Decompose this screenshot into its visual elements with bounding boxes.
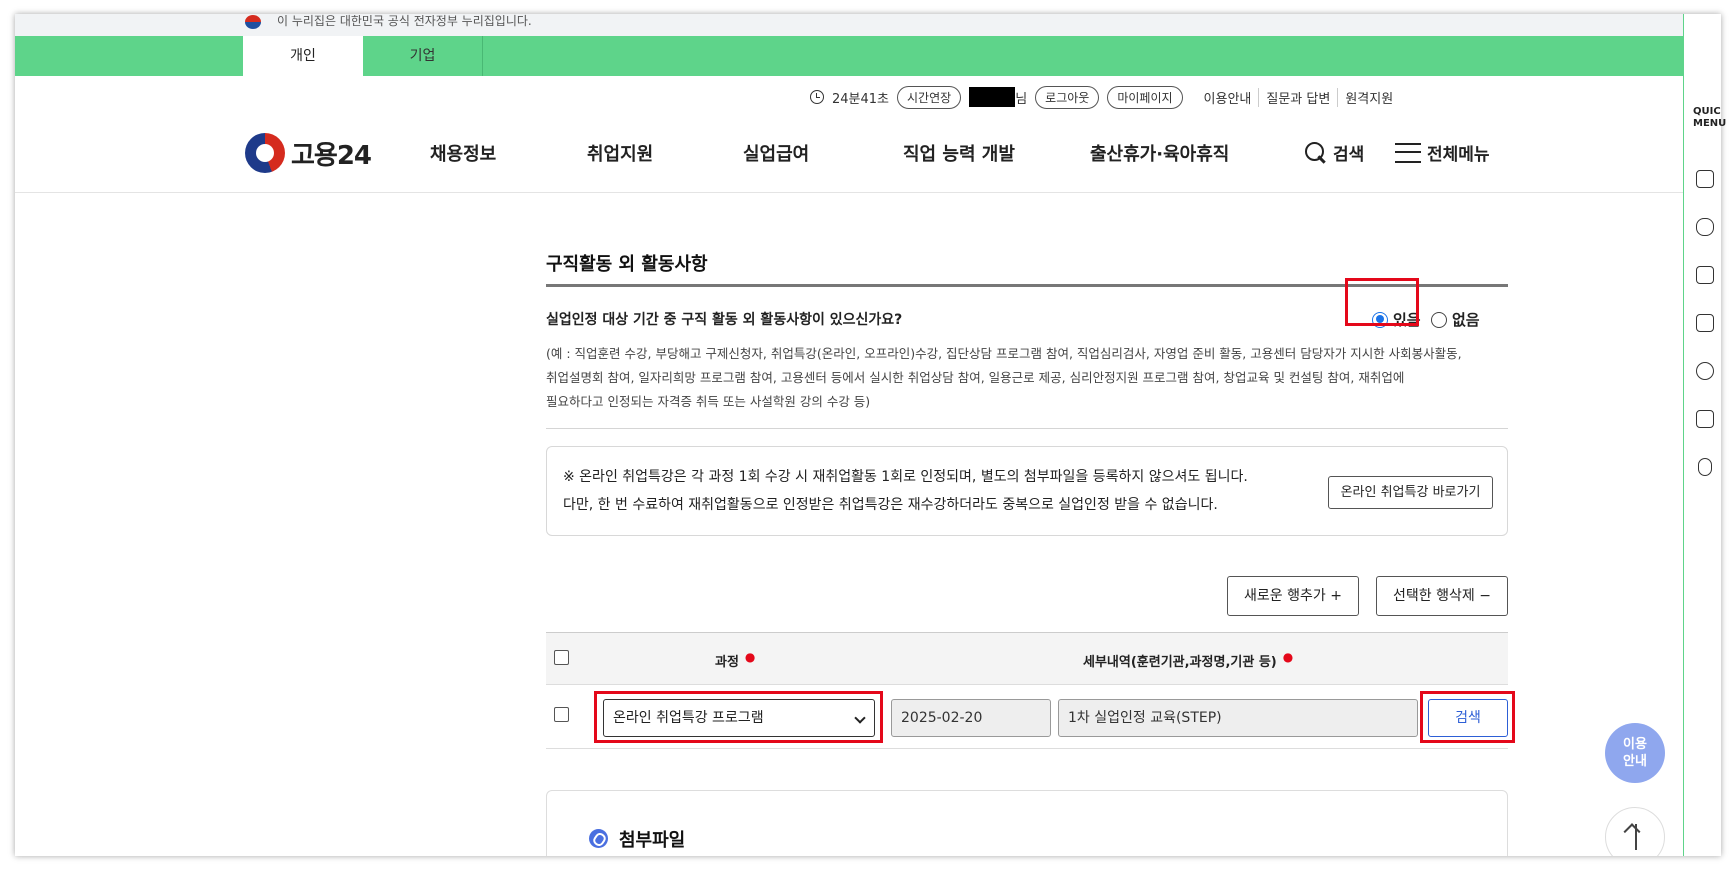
floating-guide-button[interactable]: 이용 안내 [1605,723,1665,783]
example-line: (예 : 직업훈련 수강, 부당해고 구제신청자, 취업특강(온라인, 오프라인… [546,346,1462,361]
site-logo[interactable]: 고용24 [245,133,372,173]
taegeuk-logo-icon [245,133,285,173]
nav-item-jobs[interactable]: 채용정보 [430,140,496,166]
activity-detail-field[interactable]: 1차 실업인정 교육(STEP) [1058,699,1418,737]
nav-item-unemployment-benefit[interactable]: 실업급여 [743,140,809,166]
activity-examples: (예 : 직업훈련 수강, 부당해고 구제신청자, 취업특강(온라인, 오프라인… [546,342,1508,414]
calculator-icon[interactable] [1696,410,1714,428]
header-divider [15,192,1683,193]
notice-line-1: ※ 온라인 취업특강은 각 과정 1회 수강 시 재취업활동 1회로 인정되며,… [563,469,1248,485]
arrow-up-icon [1635,824,1637,850]
coins-icon[interactable] [1698,458,1712,476]
browser-viewport: 이 누리집은 대한민국 공식 전자정부 누리집입니다. 개인 기업 24분41초… [15,14,1721,856]
online-lecture-notice: ※ 온라인 취업특강은 각 과정 1회 수강 시 재취업활동 1회로 인정되며,… [546,446,1508,536]
highlight-box-search-button [1420,691,1515,743]
guide-line-1: 이용 [1623,737,1647,752]
column-header-course-label: 과정 [715,655,739,670]
session-timer: 24분41초 [832,91,890,107]
clock-icon [810,90,824,104]
utility-links: 이용안내 질문과 답변 원격지원 [1197,87,1401,107]
quick-menu-label-line-2: MENU [1693,118,1727,129]
link-usage-guide[interactable]: 이용안내 [1197,88,1259,107]
korea-flag-icon [245,15,261,29]
scroll-to-top-button[interactable] [1605,807,1665,856]
guide-line-2: 안내 [1623,754,1647,769]
logout-button[interactable]: 로그아웃 [1035,85,1100,109]
session-utility-bar: 24분41초 시간연장 님 로그아웃 마이페이지 이용안내 질문과 답변 원격지… [810,84,1400,110]
quick-menu-panel [1684,14,1721,856]
nav-menu-label: 전체메뉴 [1427,145,1490,165]
section-title: 구직활동 외 활동사항 [546,254,708,275]
building-icon[interactable] [1696,170,1714,188]
user-suffix: 님 [1015,91,1028,107]
online-lecture-link-button[interactable]: 온라인 취업특강 바로가기 [1328,476,1493,509]
nav-item-employment-support[interactable]: 취업지원 [587,140,653,166]
radio-option-no[interactable]: 없음 [1431,309,1480,330]
extend-time-button[interactable]: 시간연장 [897,85,962,109]
notice-text: ※ 온라인 취업특강은 각 과정 1회 수강 시 재취업활동 1회로 인정되며,… [563,463,1248,519]
quick-menu-label-line-1: QUIC [1693,106,1721,117]
mypage-button[interactable]: 마이페이지 [1107,85,1183,109]
attachment-section: 첨부파일 [546,790,1508,856]
required-dot-icon: ● [1282,650,1294,664]
smile-icon[interactable] [1696,362,1714,380]
nav-all-menu-button[interactable]: 전체메뉴 [1395,140,1490,165]
tab-personal[interactable]: 개인 [243,36,363,76]
chat-bubble-icon[interactable] [1696,218,1714,236]
activity-table-header: 과정 ● 세부내역(훈련기관,과정명,기관 등) ● [546,632,1508,685]
paperclip-icon [589,829,608,848]
column-header-detail: 세부내역(훈련기관,과정명,기관 등) ● [1083,650,1294,670]
nav-search-button[interactable]: 검색 [1305,140,1364,165]
user-name-redacted [969,87,1016,107]
monitor-icon[interactable] [1696,266,1714,284]
nav-search-label: 검색 [1333,145,1365,165]
add-row-button[interactable]: 새로운 행추가 + [1227,576,1359,616]
gov-banner-text: 이 누리집은 대한민국 공식 전자정부 누리집입니다. [277,14,532,28]
delete-row-button[interactable]: 선택한 행삭제 − [1376,576,1508,616]
nav-item-vocational-training[interactable]: 직업 능력 개발 [903,140,1015,166]
examples-divider [546,428,1508,429]
radio-no-label: 없음 [1452,311,1480,329]
example-line: 취업설명회 참여, 일자리희망 프로그램 참여, 고용센터 등에서 실시한 취업… [546,370,1405,385]
activity-date-field[interactable]: 2025-02-20 [891,699,1051,737]
checklist-icon[interactable] [1696,314,1714,332]
link-qna[interactable]: 질문과 답변 [1258,87,1337,107]
tab-company[interactable]: 기업 [363,36,483,76]
required-dot-icon: ● [744,650,756,664]
example-line: 필요하다고 인정되는 자격증 취득 또는 사설학원 강의 수강 등) [546,394,871,409]
gov-banner [15,14,1683,36]
activity-question: 실업인정 대상 기간 중 구직 활동 외 활동사항이 있으신가요? [546,312,903,328]
quick-menu-label: QUIC MENU [1693,106,1726,130]
column-header-course: 과정 ● [715,650,756,670]
highlight-box-course-select [594,691,883,743]
select-all-checkbox[interactable] [554,650,569,665]
attachment-title: 첨부파일 [619,830,686,851]
logo-text: 고용24 [291,140,372,171]
search-icon [1305,141,1327,164]
row-select-checkbox[interactable] [554,707,569,722]
notice-line-2: 다만, 한 번 수료하여 재취업활동으로 인정받은 취업특강은 재수강하더라도 … [563,497,1218,513]
column-header-detail-label: 세부내역(훈련기관,과정명,기관 등) [1083,655,1277,670]
nav-item-parental-leave[interactable]: 출산휴가·육아휴직 [1090,140,1229,166]
hamburger-menu-icon [1395,142,1421,163]
radio-no-control[interactable] [1431,311,1447,328]
link-remote-support[interactable]: 원격지원 [1337,87,1400,107]
highlight-box-radio-yes [1345,278,1419,326]
